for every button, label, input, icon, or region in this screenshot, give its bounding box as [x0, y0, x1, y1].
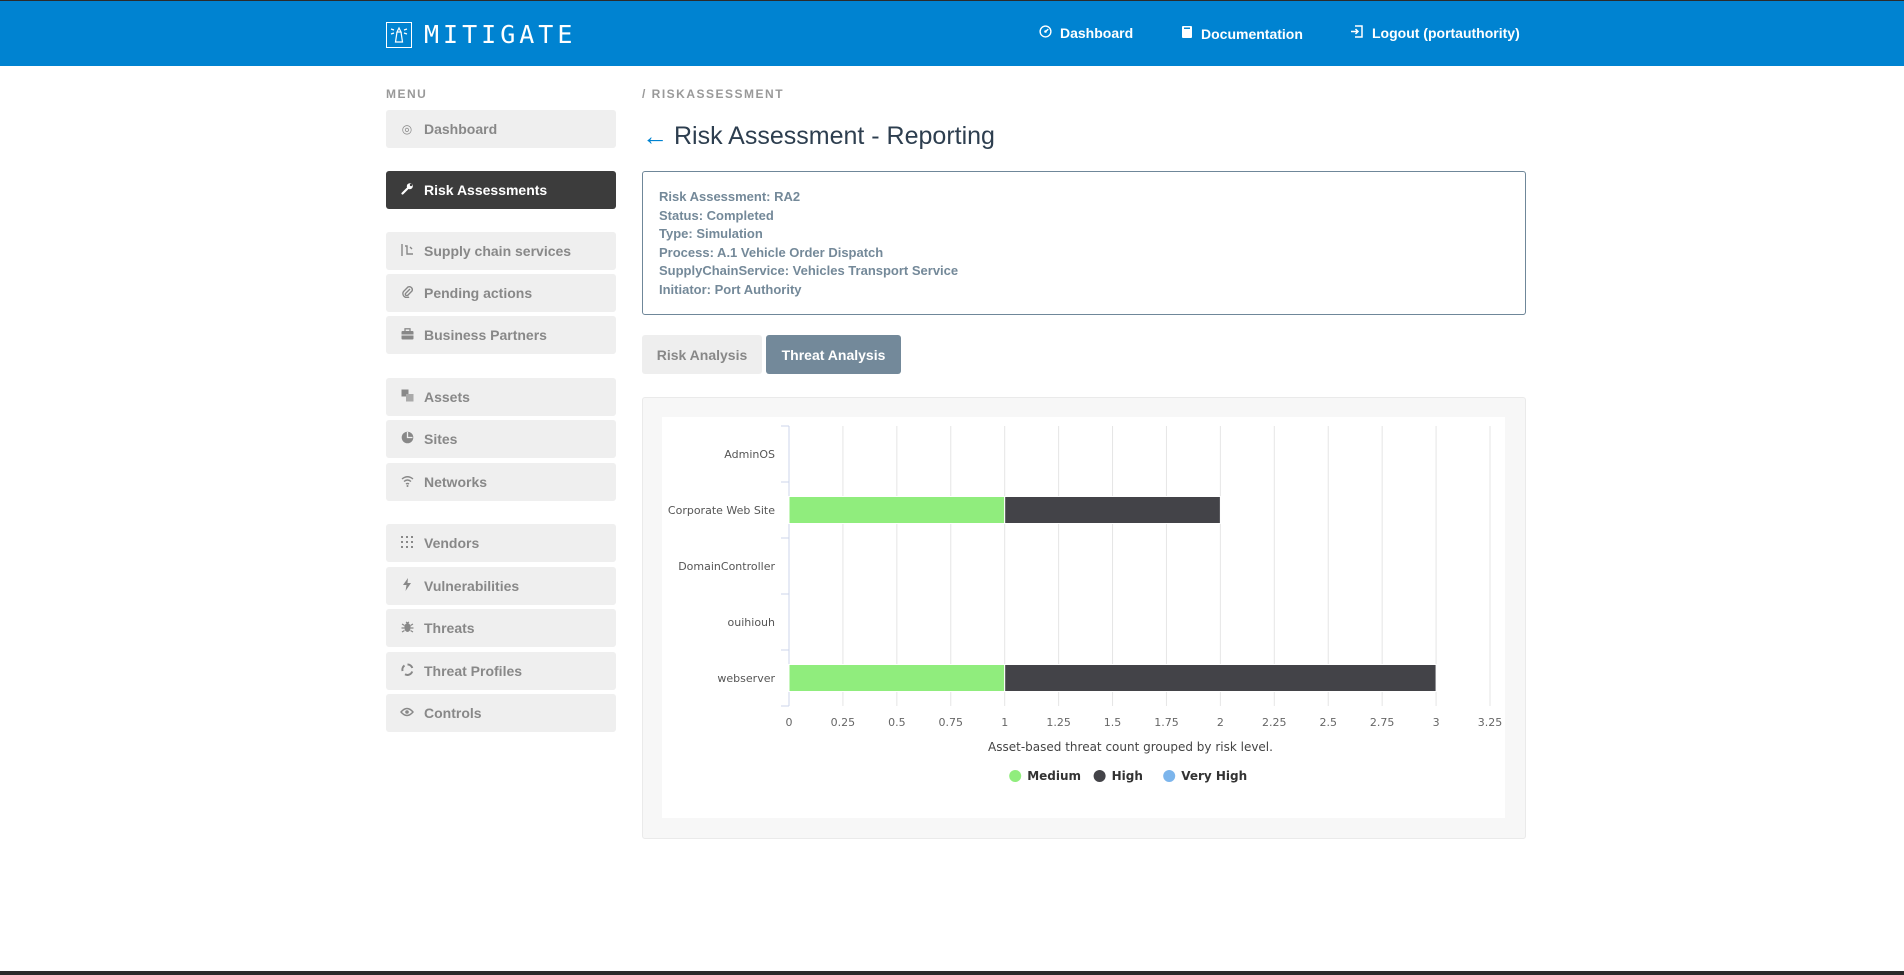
brand-logo[interactable]: MITIGATE [386, 20, 576, 49]
x-tick-label: 1 [1001, 716, 1008, 729]
sidebar-item-label: Threats [424, 620, 475, 636]
x-tick-label: 2 [1217, 716, 1224, 729]
sidebar-item-label: Sites [424, 431, 458, 447]
sidebar-item-assets[interactable]: Assets [386, 378, 616, 416]
sidebar-item-label: Risk Assessments [424, 182, 548, 198]
x-tick-label: 1.75 [1154, 716, 1179, 729]
top-navbar: MITIGATE Dashboard Documentation Logout … [0, 0, 1904, 66]
sidebar-item-vulnerabilities[interactable]: Vulnerabilities [386, 567, 616, 605]
sidebar-item-label: Threat Profiles [424, 663, 523, 679]
eye-icon [400, 706, 414, 720]
x-tick-label: 2.5 [1319, 716, 1337, 729]
sidebar-item-threat-profiles[interactable]: Threat Profiles [386, 652, 616, 690]
logout-icon [1350, 25, 1364, 41]
topnav-logout-label: Logout (portauthority) [1372, 25, 1520, 41]
category-label: webserver [717, 672, 775, 685]
x-tick-label: 1.25 [1046, 716, 1071, 729]
category-label: DomainController [678, 560, 775, 573]
page-title: Risk Assessment - Reporting [674, 122, 995, 150]
sidebar-item-label: Assets [424, 389, 470, 405]
x-tick-label: 0.75 [939, 716, 964, 729]
legend-marker [1093, 770, 1106, 782]
bolt-icon [400, 578, 414, 594]
info-risk-assessment: Risk Assessment: RA2 [659, 189, 801, 204]
sidebar-item-label: Dashboard [424, 121, 498, 137]
bottom-border [0, 971, 1904, 975]
grid-icon [400, 535, 414, 551]
sidebar-item-supply-chain-services[interactable]: Supply chain services [386, 232, 616, 270]
dashboard-icon [1039, 25, 1052, 41]
briefcase-icon [400, 327, 414, 343]
x-tick-label: 2.75 [1370, 716, 1395, 729]
info-initiator: Initiator: Port Authority [659, 281, 802, 297]
category-label: AdminOS [724, 448, 775, 461]
sidebar-item-controls[interactable]: Controls [386, 694, 616, 732]
topnav-documentation-label: Documentation [1201, 25, 1303, 42]
brand-name: MITIGATE [424, 20, 577, 49]
legend-label: High [1112, 769, 1143, 783]
tab-risk-analysis[interactable]: Risk Analysis [642, 335, 762, 374]
info-supply-chain-service: SupplyChainService: Vehicles Transport S… [659, 263, 959, 279]
threat-analysis-chart: 0 0.25 0.5 0.75 1 1.25 1.5 1.75 2 2.25 2.5 2.75 3 3.2… [668, 425, 1503, 783]
sidebar-item-label: Supply chain services [424, 243, 572, 259]
sidebar-item-networks[interactable]: Networks [386, 463, 616, 501]
sidebar-item-label: Vendors [424, 535, 480, 551]
wrench-icon [400, 182, 414, 198]
sidebar-item-label: Pending actions [424, 285, 533, 301]
topnav-dashboard-link[interactable]: Dashboard [1039, 25, 1133, 41]
legend-label: Medium [1027, 769, 1081, 783]
dashboard-icon: ◎ [401, 122, 413, 136]
breadcrumb: / RISKASSESSMENT [642, 87, 785, 101]
paperclip-icon [400, 285, 414, 301]
sidebar-heading: MENU [386, 87, 428, 101]
sidebar-item-threats[interactable]: Threats [386, 609, 616, 647]
topnav-documentation-link[interactable]: Documentation [1181, 25, 1303, 42]
bar-segment [1004, 496, 1221, 524]
sidebar-item-business-partners[interactable]: Business Partners [386, 316, 616, 354]
sidebar-item-label: Vulnerabilities [424, 578, 520, 594]
lighthouse-icon [386, 21, 412, 48]
sidebar-item-pending-actions[interactable]: Pending actions [386, 274, 616, 312]
bar-segment [788, 664, 1006, 692]
sidebar-item-sites[interactable]: Sites [386, 420, 616, 458]
info-type: Type: Simulation [659, 226, 763, 242]
legend-label: Very High [1181, 769, 1247, 783]
page-header: ← Risk Assessment - Reporting [642, 121, 995, 152]
bar-segment [788, 496, 1006, 524]
category-label: ouihiouh [728, 616, 775, 629]
legend-marker [1009, 770, 1022, 782]
legend-marker [1163, 770, 1176, 782]
globe-icon [400, 431, 414, 447]
bar-segment [1004, 664, 1437, 692]
chart-container: 0 0.25 0.5 0.75 1 1.25 1.5 1.75 2 2.25 2.5 2.75 3 3.2… [662, 417, 1505, 818]
book-icon [1181, 25, 1193, 42]
topnav-dashboard-label: Dashboard [1060, 25, 1134, 41]
bug-icon [400, 620, 414, 636]
x-tick-label: 1.5 [1104, 716, 1122, 729]
tab-threat-analysis[interactable]: Threat Analysis [766, 335, 901, 374]
sidebar-item-vendors[interactable]: Vendors [386, 524, 616, 562]
info-process: Process: A.1 Vehicle Order Dispatch [659, 244, 884, 260]
x-tick-label: 3 [1433, 716, 1440, 729]
category-label: Corporate Web Site [668, 504, 775, 517]
wifi-icon [400, 475, 414, 490]
sidebar-item-dashboard[interactable]: ◎ Dashboard [386, 110, 616, 148]
sidebar-item-risk-assessments[interactable]: Risk Assessments [386, 171, 616, 209]
x-tick-label: 0.5 [888, 716, 906, 729]
assessment-info-box: Risk Assessment: RA2 Status: Completed T… [642, 171, 1526, 315]
info-status: Status: Completed [659, 207, 774, 223]
sidebar-item-label: Controls [424, 705, 482, 721]
recycle-icon [400, 663, 414, 679]
assets-icon [400, 389, 414, 405]
sidebar-item-label: Business Partners [424, 327, 547, 343]
back-arrow-icon[interactable]: ← [642, 121, 668, 152]
x-tick-label: 2.25 [1262, 716, 1287, 729]
x-tick-label: 3.25 [1478, 716, 1503, 729]
x-tick-label: 0.25 [831, 716, 856, 729]
x-axis-title: Asset-based threat count grouped by risk… [988, 740, 1273, 754]
x-tick-label: 0 [786, 716, 793, 729]
supply-chain-icon [400, 243, 414, 259]
topnav-logout-link[interactable]: Logout (portauthority) [1350, 25, 1520, 41]
sidebar-item-label: Networks [424, 474, 488, 490]
